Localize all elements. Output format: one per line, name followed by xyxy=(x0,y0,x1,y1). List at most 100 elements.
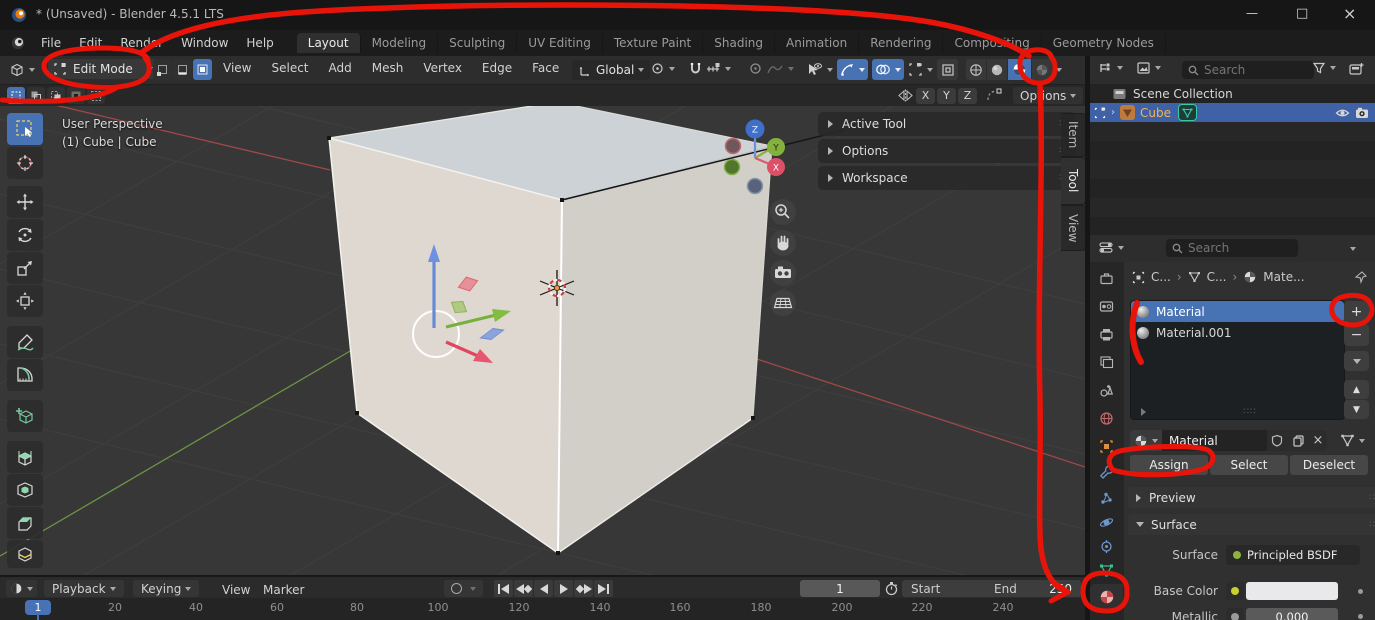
shading-solid-button[interactable] xyxy=(987,59,1007,80)
menu-add[interactable]: Add xyxy=(320,61,361,75)
keying-menu[interactable]: Keying xyxy=(133,580,199,597)
maximize-button[interactable]: □ xyxy=(1296,6,1308,21)
proportional-edit-icon[interactable] xyxy=(748,61,763,76)
outliner-display-dropdown[interactable] xyxy=(1136,61,1161,75)
panel-options[interactable]: Options ∷ xyxy=(818,139,1076,163)
zoom-button[interactable] xyxy=(770,199,796,225)
options-dropdown[interactable]: Options xyxy=(1013,87,1083,104)
select-subtract-button[interactable] xyxy=(47,87,65,104)
select-invert-button[interactable] xyxy=(67,87,85,104)
tool-cursor[interactable] xyxy=(7,147,43,179)
tab-view-layer-properties[interactable] xyxy=(1090,350,1123,375)
tab-world-properties[interactable] xyxy=(1090,406,1123,431)
new-collection-button[interactable] xyxy=(1348,61,1365,77)
tab-constraint-properties[interactable] xyxy=(1090,534,1123,559)
tab-compositing[interactable]: Compositing xyxy=(943,33,1041,53)
tool-annotate[interactable] xyxy=(7,326,43,358)
tool-rotate[interactable] xyxy=(7,219,43,251)
editor-type-dropdown[interactable] xyxy=(6,60,38,80)
menu-select[interactable]: Select xyxy=(262,61,317,75)
vertex-select-button[interactable] xyxy=(153,59,172,80)
snap-base-icon[interactable] xyxy=(985,88,1003,103)
material-slot-list[interactable]: Material Material.001 ∷∷ xyxy=(1130,300,1345,420)
drag-grip-icon[interactable]: ∷ xyxy=(1369,520,1375,530)
keyframe-dot[interactable] xyxy=(1358,614,1363,619)
deselect-button[interactable]: Deselect xyxy=(1290,455,1368,475)
face-select-button[interactable] xyxy=(193,59,212,80)
overlays-dropdown[interactable] xyxy=(872,59,904,80)
menu-vertex[interactable]: Vertex xyxy=(414,61,471,75)
show-object-types-dropdown[interactable] xyxy=(806,62,833,78)
menu-view[interactable]: View xyxy=(214,61,260,75)
pin-icon[interactable] xyxy=(1354,271,1367,284)
snap-magnet-icon[interactable] xyxy=(688,61,703,76)
play-reverse-button[interactable] xyxy=(534,580,553,597)
select-set-button[interactable] xyxy=(7,87,25,104)
tool-inset-faces[interactable] xyxy=(7,474,43,506)
minimize-button[interactable]: — xyxy=(1246,6,1258,20)
outliner-row-scene-collection[interactable]: Scene Collection xyxy=(1090,84,1375,103)
tab-sculpting[interactable]: Sculpting xyxy=(438,33,517,53)
tool-bevel[interactable] xyxy=(7,507,43,539)
metallic-input-dot[interactable] xyxy=(1226,608,1244,620)
tool-add-cube[interactable] xyxy=(7,400,43,432)
menu-edit[interactable]: Edit xyxy=(70,36,111,50)
surface-shader-button[interactable]: Principled BSDF xyxy=(1226,545,1360,565)
properties-search-field[interactable]: Search xyxy=(1166,239,1298,257)
material-name-field[interactable]: Material xyxy=(1162,430,1267,451)
blender-menu-logo-icon[interactable] xyxy=(10,35,26,51)
add-material-slot-button[interactable]: + xyxy=(1344,301,1369,323)
unlink-material-button[interactable]: × xyxy=(1309,430,1327,451)
mirror-y-button[interactable]: Y xyxy=(937,88,956,104)
sidebar-tab-item[interactable]: Item xyxy=(1061,113,1085,157)
tab-layout[interactable]: Layout xyxy=(297,33,361,53)
metallic-slider[interactable]: 0.000 xyxy=(1246,608,1338,620)
falloff-dropdown[interactable] xyxy=(766,62,794,76)
jump-to-end-button[interactable] xyxy=(594,580,613,597)
tool-transform[interactable] xyxy=(7,285,43,317)
jump-to-start-button[interactable] xyxy=(494,580,513,597)
timeline-ruler[interactable]: 1 20 40 60 80 100 120 140 160 180 200 22… xyxy=(0,598,1085,620)
gizmos-dropdown[interactable] xyxy=(837,59,868,80)
shading-rendered-button[interactable] xyxy=(1032,59,1052,80)
auto-key-group[interactable] xyxy=(444,580,483,597)
select-intersect-button[interactable] xyxy=(87,87,105,104)
mirror-x-button[interactable]: X xyxy=(916,88,935,104)
disable-render-camera-icon[interactable] xyxy=(1355,107,1369,119)
outliner-row-cube[interactable]: › Cube xyxy=(1090,103,1375,122)
playback-menu[interactable]: Playback xyxy=(44,580,124,597)
sidebar-tab-tool[interactable]: Tool xyxy=(1061,157,1085,205)
fake-user-button[interactable] xyxy=(1267,430,1287,451)
menu-window[interactable]: Window xyxy=(172,36,237,50)
tab-particle-properties[interactable] xyxy=(1090,486,1123,511)
menu-edge[interactable]: Edge xyxy=(473,61,521,75)
camera-view-button[interactable] xyxy=(770,260,796,286)
panel-active-tool[interactable]: Active Tool ∷ xyxy=(818,112,1076,136)
tab-scene-properties[interactable] xyxy=(1090,378,1123,403)
tab-render-properties[interactable] xyxy=(1090,294,1123,319)
tab-uv-editing[interactable]: UV Editing xyxy=(517,33,603,53)
assign-button[interactable]: Assign xyxy=(1130,455,1208,475)
current-frame-badge[interactable]: 1 xyxy=(25,600,51,615)
base-color-swatch[interactable] xyxy=(1246,582,1338,600)
tool-scale[interactable] xyxy=(7,252,43,284)
frame-end-field[interactable]: End 250 xyxy=(985,580,1081,597)
outliner-search-field[interactable]: Search xyxy=(1182,61,1314,79)
surface-panel-header[interactable]: Surface ∷ xyxy=(1128,514,1375,535)
panel-workspace[interactable]: Workspace ∷ xyxy=(818,166,1076,190)
pivot-dropdown[interactable] xyxy=(650,61,675,76)
base-color-input-dot[interactable] xyxy=(1226,582,1244,600)
hide-eye-icon[interactable] xyxy=(1335,107,1350,119)
xray-dropdown[interactable] xyxy=(908,62,933,77)
duplicate-material-button[interactable] xyxy=(1287,430,1309,451)
tool-move[interactable] xyxy=(7,186,43,218)
shading-wireframe-button[interactable] xyxy=(966,59,986,80)
tab-physics-properties[interactable] xyxy=(1090,510,1123,535)
material-browse-dropdown[interactable] xyxy=(1130,430,1162,451)
timeline-editor-dropdown[interactable] xyxy=(6,580,37,597)
tab-output-properties[interactable] xyxy=(1090,322,1123,347)
close-button[interactable]: × xyxy=(1343,4,1356,23)
preview-panel-header[interactable]: Preview ∷ xyxy=(1128,487,1375,508)
current-frame-field[interactable]: 1 xyxy=(800,580,880,597)
list-resize-grip-icon[interactable]: ∷∷ xyxy=(1243,407,1256,417)
